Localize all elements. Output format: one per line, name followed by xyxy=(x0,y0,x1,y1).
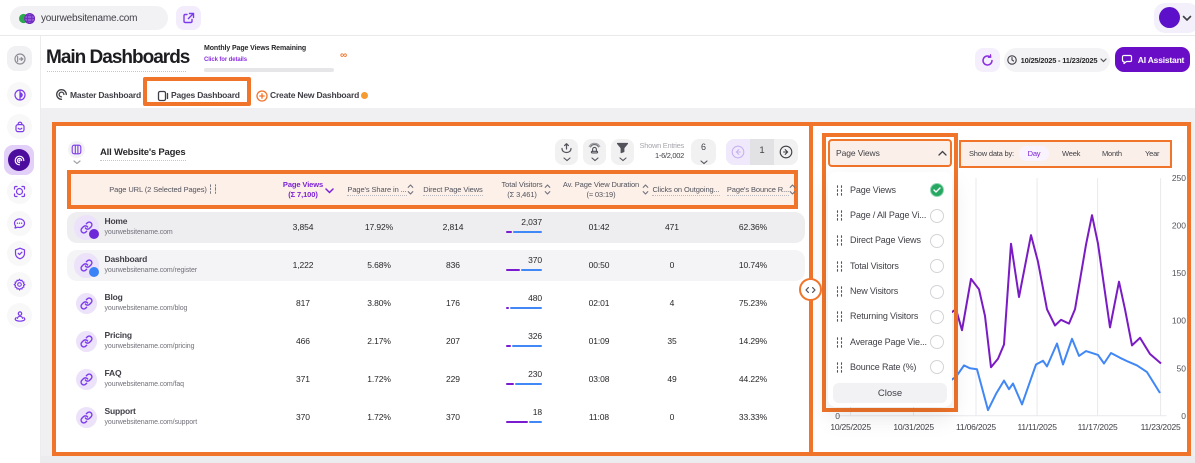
svg-text:10/25/2025: 10/25/2025 xyxy=(830,422,871,432)
svg-text:11/06/2025: 11/06/2025 xyxy=(956,422,996,432)
svg-text:100: 100 xyxy=(1172,316,1186,326)
svg-text:11/11/2025: 11/11/2025 xyxy=(1017,422,1057,432)
svg-text:50: 50 xyxy=(1177,363,1187,373)
svg-text:0: 0 xyxy=(835,411,840,421)
svg-text:250: 250 xyxy=(1172,173,1186,183)
svg-text:10/31/2025: 10/31/2025 xyxy=(893,422,934,432)
svg-text:11/17/2025: 11/17/2025 xyxy=(1078,422,1118,432)
svg-text:200: 200 xyxy=(1172,221,1186,231)
svg-text:0: 0 xyxy=(1181,411,1186,421)
svg-text:150: 150 xyxy=(1172,268,1186,278)
svg-text:11/23/2025: 11/23/2025 xyxy=(1141,422,1181,432)
